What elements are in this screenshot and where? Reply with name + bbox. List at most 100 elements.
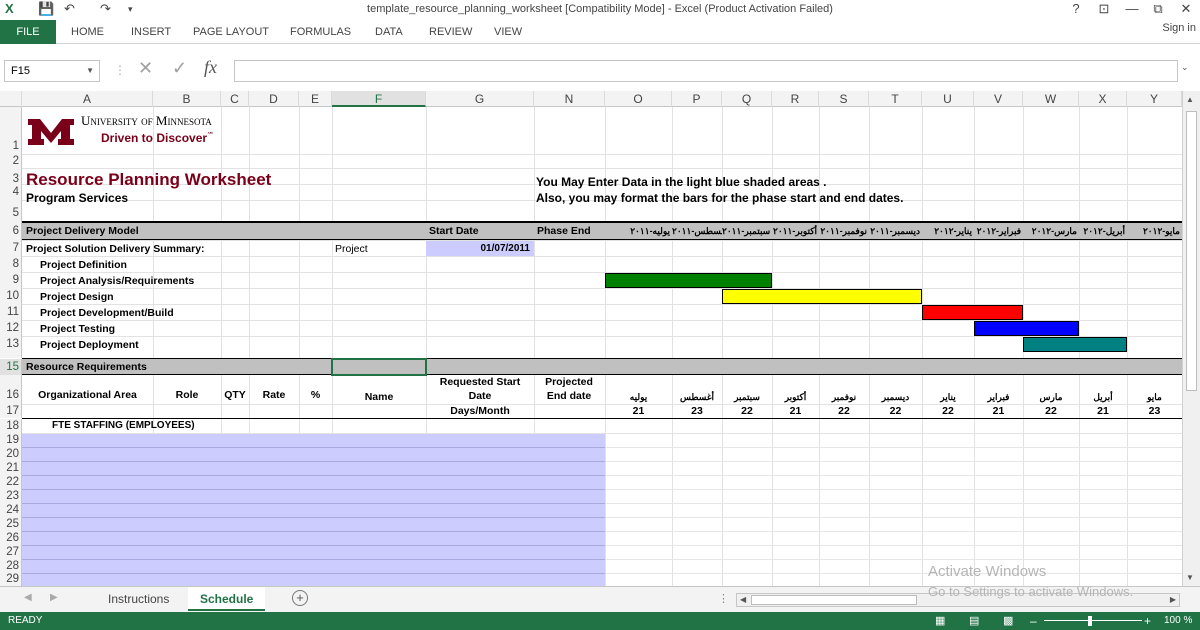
org-area-header[interactable]: Organizational Area <box>22 387 153 403</box>
row-header[interactable]: 20 <box>0 447 22 461</box>
scroll-right-icon[interactable]: ▶ <box>1170 595 1176 604</box>
tab-page-layout[interactable]: PAGE LAYOUT <box>193 26 269 38</box>
requested-start-header[interactable]: Requested Start Date <box>430 375 530 403</box>
scroll-up-icon[interactable]: ▲ <box>1186 95 1194 104</box>
month-short-header[interactable]: أغسطس <box>672 389 722 405</box>
row-header[interactable]: 28 <box>0 559 22 573</box>
column-header-b[interactable]: B <box>153 91 221 107</box>
tab-insert[interactable]: INSERT <box>131 26 171 38</box>
row-header[interactable]: 1 <box>0 107 22 154</box>
days-value[interactable]: 23 <box>1127 404 1182 418</box>
column-header-f[interactable]: F <box>332 91 426 107</box>
days-value[interactable]: 22 <box>869 404 922 418</box>
row-header[interactable]: 5 <box>0 200 22 222</box>
row-header[interactable]: 13 <box>0 336 22 358</box>
formula-input[interactable] <box>234 60 1178 82</box>
row-header[interactable]: 19 <box>0 433 22 447</box>
gantt-bar[interactable] <box>1023 337 1127 352</box>
month-header[interactable]: نوفمبر-٢٠١١ <box>819 223 869 239</box>
normal-view-icon[interactable]: ▦ <box>935 612 945 630</box>
sheet-tab-instructions[interactable]: Instructions <box>96 587 181 611</box>
row-header[interactable]: 22 <box>0 475 22 489</box>
tab-split-grip-icon[interactable]: ⋮ <box>718 592 729 605</box>
month-short-header[interactable]: يناير <box>922 389 974 405</box>
close-button[interactable]: ✕ <box>1176 1 1196 17</box>
project-label[interactable]: Project <box>335 241 368 257</box>
gantt-bar[interactable] <box>605 273 772 288</box>
phase-label[interactable]: Project Design <box>40 289 114 305</box>
insert-function-icon[interactable]: fx <box>204 57 217 78</box>
percent-header[interactable]: % <box>299 387 332 403</box>
scroll-sheets-right-icon[interactable]: ▶ <box>50 592 58 603</box>
row-header[interactable]: 26 <box>0 531 22 545</box>
tab-data[interactable]: DATA <box>375 26 403 38</box>
tab-view[interactable]: VIEW <box>494 26 522 38</box>
tab-formulas[interactable]: FORMULAS <box>290 26 351 38</box>
days-value[interactable]: 23 <box>672 404 722 418</box>
phase-end-header[interactable]: Phase End <box>537 223 591 239</box>
qty-header[interactable]: QTY <box>221 387 249 403</box>
resource-requirements-label[interactable]: Resource Requirements <box>26 359 147 375</box>
month-header[interactable]: مايو-٢٠١٢ <box>1127 223 1182 239</box>
name-box[interactable]: F15 ▼ <box>4 60 100 82</box>
column-header-a[interactable]: A <box>22 91 153 107</box>
row-header[interactable]: 12 <box>0 320 22 336</box>
row-header[interactable]: 21 <box>0 461 22 475</box>
page-layout-view-icon[interactable]: ▤ <box>969 612 979 630</box>
month-short-header[interactable]: نوفمبر <box>819 389 869 405</box>
chevron-down-icon[interactable]: ▼ <box>86 61 94 81</box>
summary-label[interactable]: Project Solution Delivery Summary: <box>26 241 205 257</box>
select-all-corner[interactable] <box>0 91 22 107</box>
row-header[interactable]: 24 <box>0 503 22 517</box>
month-header[interactable]: سبتمبر-٢٠١١ <box>722 223 772 239</box>
row-header[interactable]: 16 <box>0 375 22 404</box>
days-value[interactable]: 22 <box>1023 404 1079 418</box>
row-header[interactable]: 9 <box>0 272 22 288</box>
row-header[interactable]: 7 <box>0 240 22 256</box>
row-header[interactable]: 29 <box>0 573 22 586</box>
column-header-e[interactable]: E <box>299 91 332 107</box>
column-header-g[interactable]: G <box>426 91 534 107</box>
month-short-header[interactable]: ديسمبر <box>869 389 922 405</box>
column-header-v[interactable]: V <box>974 91 1023 107</box>
month-header[interactable]: أغسطس-٢٠١١ <box>672 223 722 239</box>
staffing-input-area[interactable] <box>22 434 605 586</box>
month-header[interactable]: أبريل-٢٠١٢ <box>1079 223 1127 239</box>
month-short-header[interactable]: سبتمبر <box>722 389 772 405</box>
start-date-cell[interactable]: 01/07/2011 <box>426 241 534 256</box>
month-header[interactable]: فبراير-٢٠١٢ <box>974 223 1023 239</box>
row-header[interactable]: 15 <box>0 359 22 375</box>
days-value[interactable]: 22 <box>722 404 772 418</box>
row-header[interactable]: 11 <box>0 304 22 320</box>
start-date-header[interactable]: Start Date <box>429 223 479 239</box>
column-header-u[interactable]: U <box>922 91 974 107</box>
scroll-sheets-left-icon[interactable]: ◀ <box>24 592 32 603</box>
month-short-header[interactable]: يوليه <box>605 389 672 405</box>
zoom-in-icon[interactable]: + <box>1144 612 1151 630</box>
active-cell-f15[interactable] <box>331 358 427 376</box>
month-header[interactable]: يوليه-٢٠١١ <box>605 223 672 239</box>
days-value[interactable]: 21 <box>974 404 1023 418</box>
row-header[interactable]: 18 <box>0 419 22 433</box>
ribbon-display-options-button[interactable]: ⊡ <box>1094 1 1114 17</box>
column-header-q[interactable]: Q <box>722 91 772 107</box>
month-short-header[interactable]: أكتوبر <box>772 389 819 405</box>
tab-file[interactable]: FILE <box>0 20 56 44</box>
row-header[interactable]: 25 <box>0 517 22 531</box>
days-per-month-label[interactable]: Days/Month <box>426 404 534 418</box>
column-header-t[interactable]: T <box>869 91 922 107</box>
gantt-bar[interactable] <box>722 289 922 304</box>
page-break-view-icon[interactable]: ▩ <box>1003 612 1013 630</box>
row-header[interactable]: 23 <box>0 489 22 503</box>
row-header[interactable]: 8 <box>0 256 22 272</box>
restore-button[interactable]: ⧉ <box>1148 1 1168 17</box>
phase-label[interactable]: Project Definition <box>40 257 127 273</box>
scroll-down-icon[interactable]: ▼ <box>1186 573 1194 582</box>
column-header-y[interactable]: Y <box>1127 91 1182 107</box>
sheet-subtitle[interactable]: Program Services <box>26 190 128 206</box>
role-header[interactable]: Role <box>153 387 221 403</box>
row-header[interactable]: 17 <box>0 404 22 418</box>
zoom-level[interactable]: 100 % <box>1164 612 1192 630</box>
column-header-c[interactable]: C <box>221 91 249 107</box>
month-header[interactable]: مارس-٢٠١٢ <box>1023 223 1079 239</box>
